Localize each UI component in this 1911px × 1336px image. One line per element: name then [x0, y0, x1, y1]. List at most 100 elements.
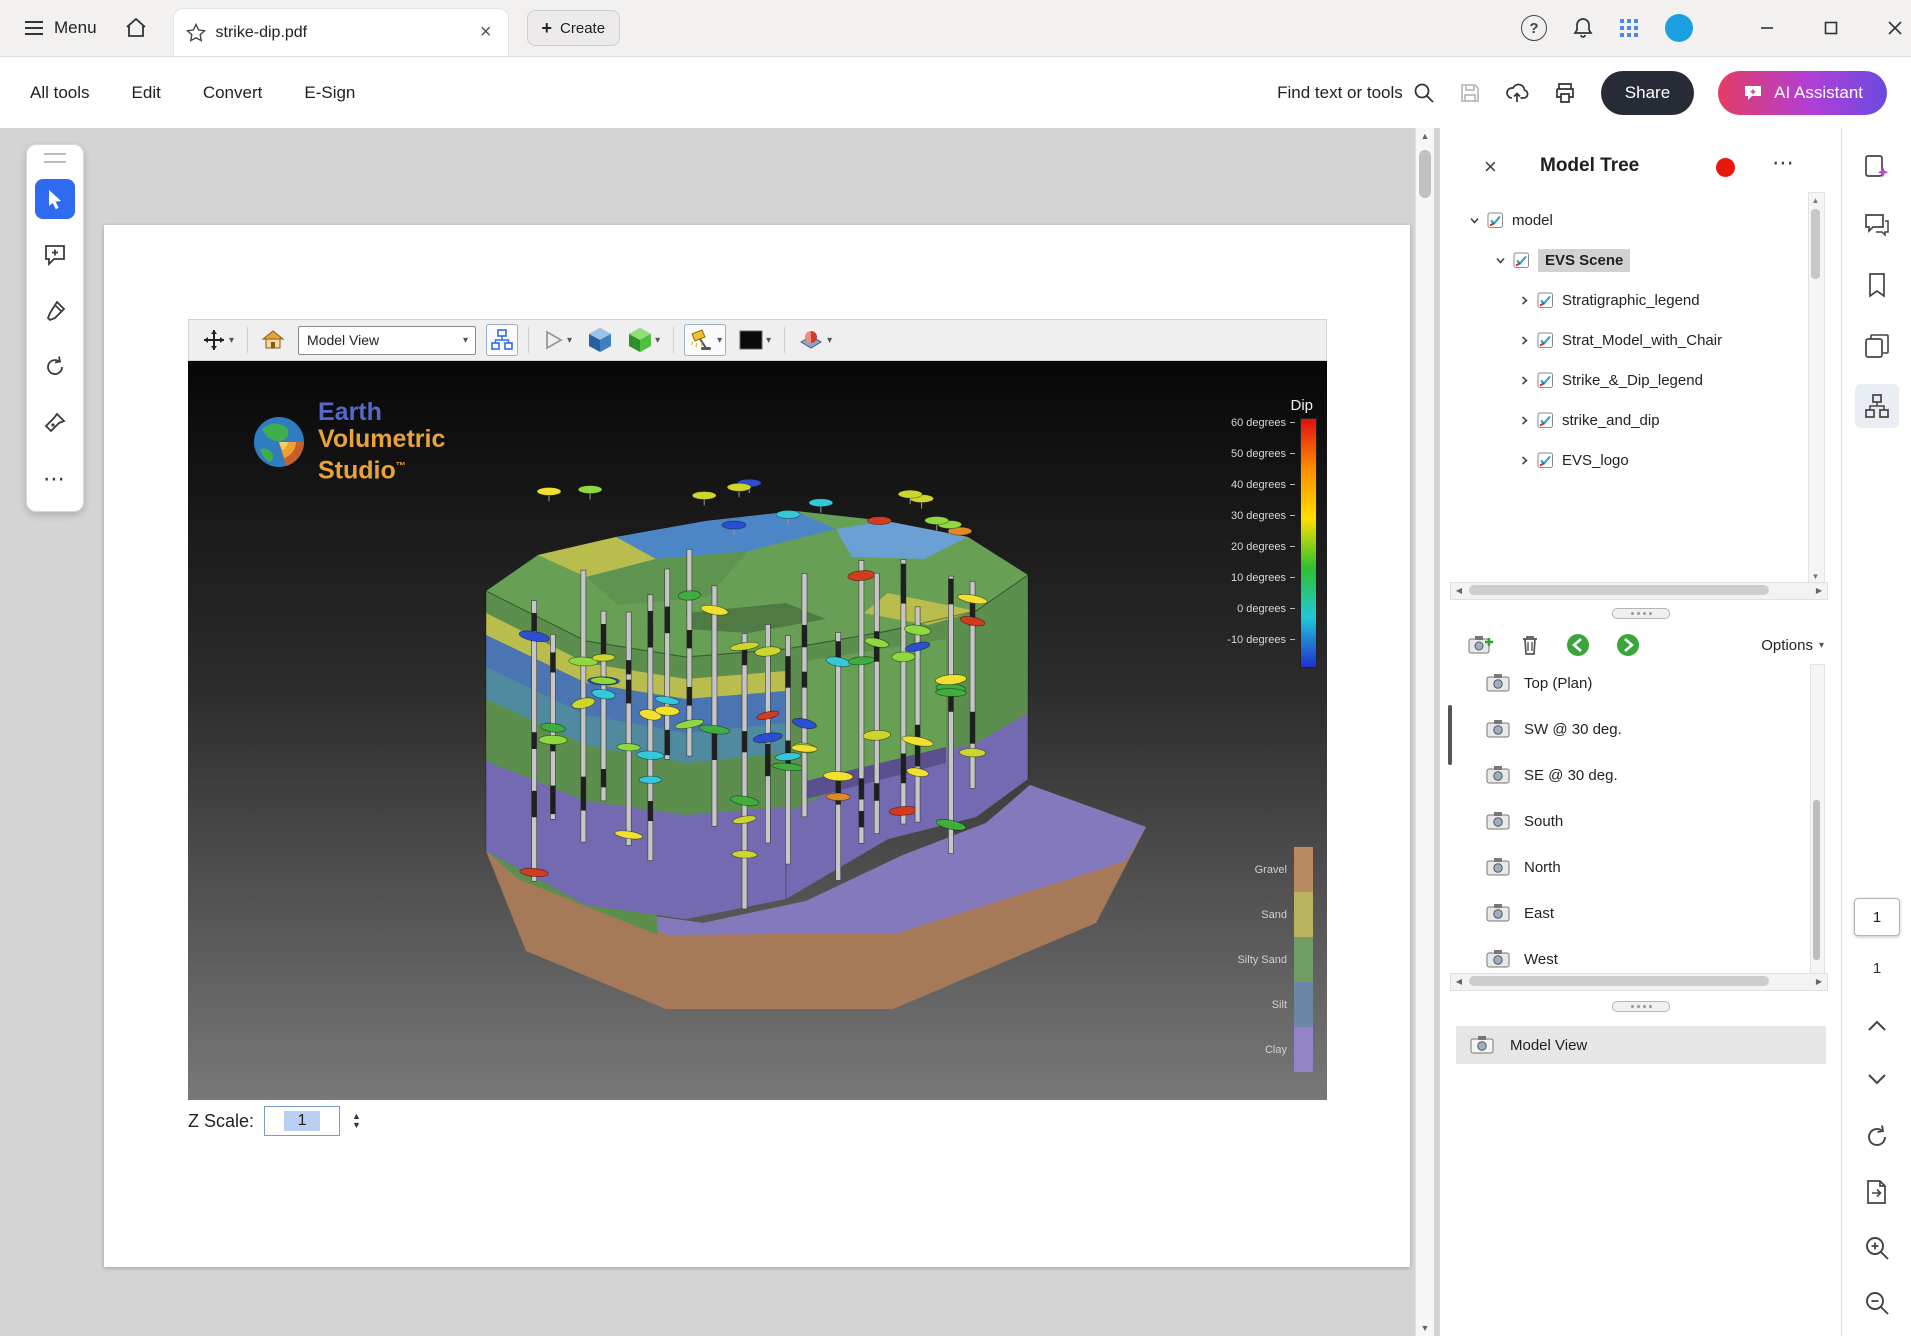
account-avatar[interactable]	[1665, 14, 1693, 42]
scroll-left-icon[interactable]: ◀	[1451, 583, 1467, 597]
tree-node-strike-and-dip[interactable]: strike_and_dip	[1440, 400, 1806, 440]
chevron-down-icon[interactable]	[1468, 215, 1480, 226]
node-checkbox-icon[interactable]	[1537, 292, 1555, 309]
model-tree-panel-button[interactable]	[1855, 384, 1899, 428]
share-button[interactable]: Share	[1601, 71, 1694, 115]
chevron-right-icon[interactable]	[1518, 335, 1530, 346]
node-checkbox-icon[interactable]	[1513, 252, 1531, 269]
attachments-panel-button[interactable]	[1855, 324, 1899, 368]
scroll-down-icon[interactable]: ▼	[1809, 569, 1822, 583]
rotate-page-button[interactable]	[1855, 1115, 1899, 1159]
z-scale-decrement-icon[interactable]: ▼	[352, 1121, 361, 1130]
node-checkbox-icon[interactable]	[1487, 212, 1505, 229]
print-icon[interactable]	[1553, 82, 1577, 104]
next-page-button[interactable]	[1855, 1057, 1899, 1101]
tree-node-strat-model[interactable]: Strat_Model_with_Chair	[1440, 320, 1806, 360]
document-scrollbar[interactable]: ▲ ▼	[1415, 128, 1434, 1336]
scrollbar-thumb[interactable]	[1811, 209, 1820, 279]
zoom-out-button[interactable]	[1855, 1281, 1899, 1325]
fit-page-button[interactable]	[1855, 1170, 1899, 1214]
tree-node-evs-logo[interactable]: EVS_logo	[1440, 440, 1806, 480]
previous-page-button[interactable]	[1855, 1004, 1899, 1048]
default-view-button[interactable]	[258, 326, 288, 354]
tree-node-strike-dip-legend[interactable]: Strike_&_Dip_legend	[1440, 360, 1806, 400]
cloud-upload-icon[interactable]	[1505, 82, 1529, 104]
scrollbar-thumb[interactable]	[1469, 585, 1769, 595]
panel-splitter[interactable]	[1440, 999, 1842, 1013]
create-button[interactable]: + Create	[527, 10, 621, 46]
red-status-dot[interactable]	[1716, 158, 1735, 177]
render-mode-button[interactable]	[585, 324, 615, 356]
node-checkbox-icon[interactable]	[1537, 412, 1555, 429]
view-item-south[interactable]: South	[1440, 798, 1806, 844]
chevron-right-icon[interactable]	[1518, 375, 1530, 386]
bookmarks-panel-button[interactable]	[1855, 263, 1899, 307]
node-checkbox-icon[interactable]	[1537, 452, 1555, 469]
minimize-button[interactable]	[1759, 20, 1775, 36]
edit-menu[interactable]: Edit	[132, 83, 161, 103]
tab-close-icon[interactable]: ×	[476, 21, 496, 44]
panel-options-icon[interactable]: ⋯	[1772, 150, 1796, 176]
panel-splitter[interactable]	[1440, 606, 1842, 620]
comments-panel-button[interactable]	[1855, 203, 1899, 247]
3d-scene[interactable]: Earth Volumetric Studio™ Dip 60 degrees …	[188, 361, 1327, 1100]
views-vertical-scrollbar[interactable]	[1810, 664, 1825, 980]
pan-tool-button[interactable]: ▾	[199, 325, 237, 355]
palette-drag-handle[interactable]	[44, 153, 66, 163]
view-item-sw-30[interactable]: SW @ 30 deg.	[1440, 706, 1806, 752]
rotate-tool-button[interactable]	[35, 347, 75, 387]
splitter-handle[interactable]	[1612, 608, 1670, 619]
ai-assistant-panel-button[interactable]	[1855, 145, 1899, 189]
save-button[interactable]	[1459, 82, 1481, 104]
node-checkbox-icon[interactable]	[1537, 372, 1555, 389]
document-tab[interactable]: strike-dip.pdf ×	[173, 8, 509, 56]
chevron-right-icon[interactable]	[1518, 455, 1530, 466]
chevron-right-icon[interactable]	[1518, 415, 1530, 426]
tree-vertical-scrollbar[interactable]: ▲ ▼	[1808, 192, 1825, 584]
help-button[interactable]: ?	[1521, 15, 1547, 41]
add-view-button[interactable]	[1468, 634, 1494, 656]
convert-menu[interactable]: Convert	[203, 83, 263, 103]
scroll-up-icon[interactable]: ▲	[1416, 128, 1434, 144]
next-view-button[interactable]	[1616, 633, 1640, 657]
previous-view-button[interactable]	[1566, 633, 1590, 657]
view-item-se-30[interactable]: SE @ 30 deg.	[1440, 752, 1806, 798]
tree-node-evs-scene[interactable]: EVS Scene	[1440, 240, 1806, 280]
scroll-down-icon[interactable]: ▼	[1416, 1320, 1434, 1336]
cross-section-button[interactable]: ▾	[795, 325, 835, 355]
fill-sign-tool-button[interactable]	[35, 403, 75, 443]
page-number-input[interactable]: 1	[1854, 898, 1900, 936]
lighting-button[interactable]: ▾	[684, 324, 726, 356]
maximize-button[interactable]	[1823, 20, 1839, 36]
splitter-handle[interactable]	[1612, 1001, 1670, 1012]
zoom-in-button[interactable]	[1855, 1226, 1899, 1270]
play-animation-button[interactable]: ▾	[539, 326, 575, 354]
ai-assistant-button[interactable]: AI Assistant	[1718, 71, 1887, 115]
add-comment-tool-button[interactable]	[35, 235, 75, 275]
model-tree-toggle-button[interactable]	[486, 324, 518, 356]
scrollbar-thumb[interactable]	[1419, 150, 1431, 198]
home-button[interactable]	[125, 18, 147, 38]
scroll-up-icon[interactable]: ▲	[1809, 193, 1822, 207]
view-item-east[interactable]: East	[1440, 890, 1806, 936]
find-tools-button[interactable]: Find text or tools	[1277, 82, 1435, 104]
tree-node-model[interactable]: model	[1440, 200, 1806, 240]
highlight-tool-button[interactable]	[35, 291, 75, 331]
notifications-button[interactable]	[1573, 17, 1593, 39]
view-mode-select[interactable]: Model View ▾	[298, 326, 476, 355]
projection-button[interactable]: ▾	[625, 324, 663, 356]
more-tools-button[interactable]: ⋯	[35, 459, 75, 499]
close-window-button[interactable]	[1887, 20, 1903, 36]
view-item-north[interactable]: North	[1440, 844, 1806, 890]
background-color-button[interactable]: ▾	[736, 327, 774, 353]
chevron-right-icon[interactable]	[1518, 295, 1530, 306]
views-horizontal-scrollbar[interactable]: ◀ ▶	[1450, 973, 1828, 991]
tree-horizontal-scrollbar[interactable]: ◀ ▶	[1450, 582, 1828, 600]
scrollbar-thumb[interactable]	[1813, 800, 1820, 960]
scroll-left-icon[interactable]: ◀	[1451, 974, 1467, 988]
star-icon[interactable]	[186, 23, 206, 43]
z-scale-input[interactable]: 1	[264, 1106, 340, 1136]
esign-menu[interactable]: E-Sign	[304, 83, 355, 103]
view-item-top-plan[interactable]: Top (Plan)	[1440, 660, 1806, 706]
scroll-right-icon[interactable]: ▶	[1811, 583, 1827, 597]
